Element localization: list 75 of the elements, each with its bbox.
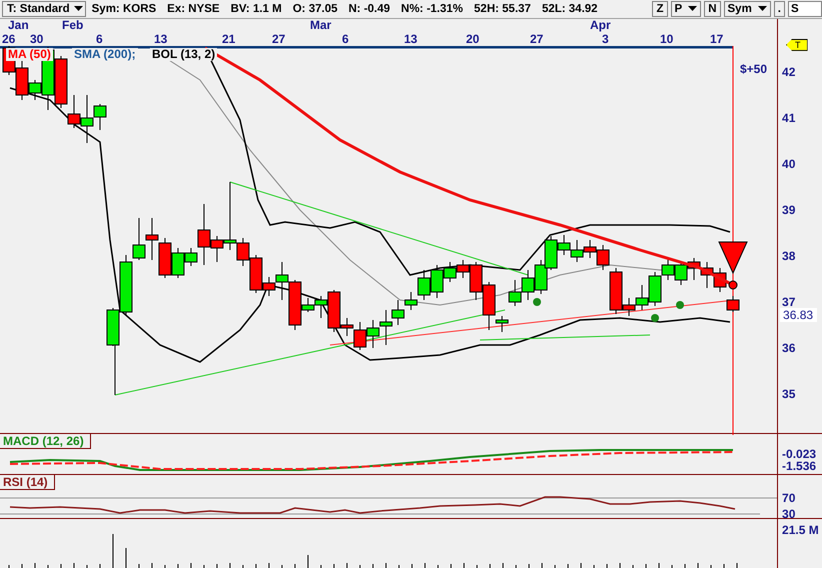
- price-tick-label: 41: [782, 112, 796, 124]
- price-tick-label: 36: [782, 342, 796, 354]
- candlestick: [570, 239, 584, 262]
- candlestick: [700, 261, 714, 288]
- symbol-input-field[interactable]: S: [788, 0, 822, 17]
- volume-reading: 21.5 M: [782, 524, 819, 536]
- candlestick: [392, 299, 404, 326]
- day-label: 17: [710, 32, 724, 46]
- price-tick-label: 37: [782, 296, 796, 308]
- month-label: Apr: [590, 18, 611, 32]
- day-label: 26: [2, 32, 16, 46]
- price-tick-label: 40: [782, 158, 796, 170]
- signal-dot: [651, 314, 659, 322]
- day-label: 27: [530, 32, 544, 46]
- quote-value: N: -0.49: [348, 2, 390, 15]
- candlestick: [688, 257, 700, 280]
- price-tick-label: 39: [782, 204, 796, 216]
- candlestick: [534, 259, 548, 294]
- quote-value: Sym: KORS: [92, 2, 156, 15]
- caret-icon: [758, 6, 767, 12]
- toolbar-button[interactable]: N: [704, 0, 720, 17]
- quote-value: Ex: NYSE: [167, 2, 220, 15]
- marker-badge[interactable]: T: [786, 38, 808, 51]
- macd-reading: -1.536: [782, 460, 816, 472]
- rsi-tick-label: 30: [782, 508, 796, 520]
- day-label: 20: [466, 32, 480, 46]
- day-label: 3: [602, 32, 609, 46]
- toolbar-button[interactable]: .: [774, 0, 785, 17]
- candlestick: [674, 261, 688, 286]
- signal-dot: [533, 298, 541, 306]
- last-price-label: 36.83: [780, 308, 818, 322]
- quote-value: 52L: 34.92: [542, 2, 598, 15]
- day-label: 13: [154, 32, 168, 46]
- macd-panel-title: MACD (12, 26): [0, 434, 91, 450]
- candlestick: [132, 217, 146, 260]
- indicator-legend: MA (50): [6, 48, 53, 61]
- quote-value: O: 37.05: [292, 2, 338, 15]
- caret-icon: [688, 6, 698, 12]
- rsi-panel-title: RSI (14): [0, 475, 55, 490]
- candlestick: [584, 239, 596, 258]
- month-label: Jan: [8, 18, 29, 32]
- day-label: 10: [660, 32, 674, 46]
- template-dropdown[interactable]: T: Standard: [2, 0, 86, 17]
- candlestick: [714, 267, 726, 292]
- day-label: 27: [272, 32, 286, 46]
- indicator-legend: SMA (200);: [72, 48, 138, 61]
- macd-reading: -0.023: [782, 448, 816, 460]
- toolbar-dropdown[interactable]: P: [670, 0, 702, 17]
- day-label: 13: [404, 32, 418, 46]
- profit-label: $+50: [740, 62, 768, 76]
- month-label: Mar: [310, 18, 332, 32]
- candlestick: [146, 217, 158, 260]
- toolbar-dropdown[interactable]: Sym: [724, 0, 771, 17]
- day-label: 30: [30, 32, 44, 46]
- quote-value: 52H: 55.37: [474, 2, 531, 15]
- caret-icon: [74, 6, 83, 12]
- indicator-legend: BOL (13, 2): [150, 48, 218, 61]
- toolbar-button[interactable]: Z: [652, 0, 668, 17]
- day-label: 6: [342, 32, 349, 46]
- day-label: 21: [222, 32, 236, 46]
- candlestick: [366, 319, 380, 348]
- month-label: Feb: [62, 18, 84, 32]
- candlestick: [158, 237, 172, 278]
- candlestick: [522, 269, 534, 300]
- candlestick: [380, 309, 392, 346]
- price-tick-label: 42: [782, 66, 796, 78]
- candlestick: [636, 284, 648, 310]
- quote-value: N%: -1.31%: [401, 2, 464, 15]
- quote-value: BV: 1.1 M: [230, 2, 282, 15]
- signal-dot: [676, 300, 684, 309]
- price-tick-label: 35: [782, 388, 796, 400]
- candlestick: [508, 279, 522, 306]
- day-label: 6: [96, 32, 103, 46]
- rsi-tick-label: 70: [782, 492, 796, 504]
- price-tick-label: 38: [782, 250, 796, 262]
